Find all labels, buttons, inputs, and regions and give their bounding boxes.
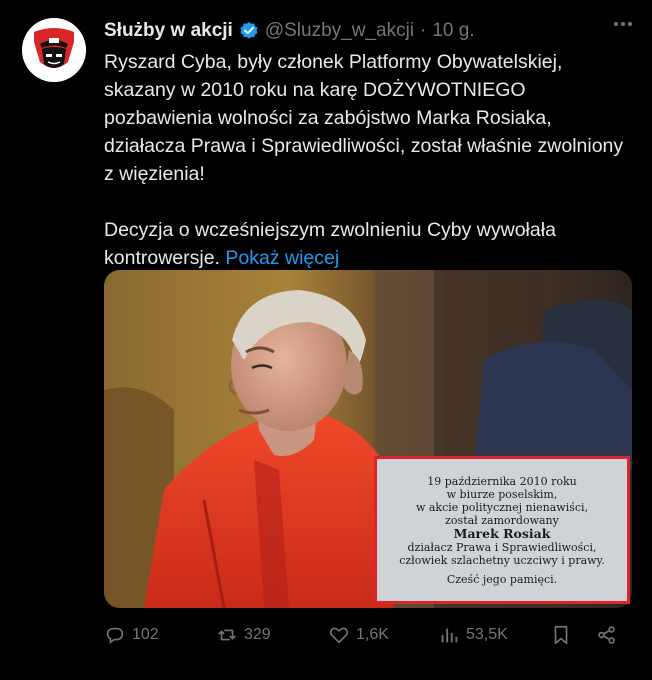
share-icon bbox=[598, 626, 615, 644]
memorial-plaque: 19 października 2010 roku w biurze posel… bbox=[374, 456, 630, 604]
action-bar: 102 329 1,6K 53,5K bbox=[104, 624, 624, 650]
timestamp[interactable]: 10 g. bbox=[432, 20, 474, 42]
author-handle[interactable]: @Sluzby_w_akcji bbox=[265, 20, 414, 42]
plaque-line-5: działacz Prawa i Sprawiedliwości, bbox=[407, 540, 597, 554]
reply-icon bbox=[106, 627, 124, 644]
plaque-line-1: 19 października 2010 roku bbox=[427, 474, 577, 488]
bookmark-icon bbox=[554, 625, 568, 645]
more-icon[interactable] bbox=[614, 22, 632, 26]
share-button[interactable] bbox=[596, 624, 618, 646]
plaque-line-3: w akcie politycznej nienawiści, bbox=[415, 500, 589, 514]
tweet-text: Ryszard Cyba, były członek Platformy Oby… bbox=[104, 48, 629, 272]
views-count: 53,5K bbox=[466, 626, 508, 643]
tweet-paragraph-1: Ryszard Cyba, były członek Platformy Oby… bbox=[104, 51, 624, 185]
tweet[interactable]: Służby w akcji @Sluzby_w_akcji · 10 g. R… bbox=[0, 0, 652, 680]
tweet-header: Służby w akcji @Sluzby_w_akcji · 10 g. bbox=[104, 18, 624, 44]
author-name[interactable]: Służby w akcji bbox=[104, 20, 233, 42]
reply-count: 102 bbox=[132, 626, 159, 643]
avatar[interactable] bbox=[22, 18, 86, 82]
repost-button[interactable]: 329 bbox=[216, 624, 271, 646]
reply-button[interactable]: 102 bbox=[104, 624, 159, 646]
views-button[interactable]: 53,5K bbox=[438, 624, 508, 646]
repost-count: 329 bbox=[244, 626, 271, 643]
tweet-paragraph-2: Decyzja o wcześniejszym zwolnieniu Cyby … bbox=[104, 216, 629, 272]
like-icon bbox=[329, 627, 349, 644]
repost-icon bbox=[218, 629, 236, 641]
plaque-line-4: został zamordowany bbox=[445, 513, 559, 527]
plaque-footer: Cześć jego pamięci. bbox=[446, 572, 558, 586]
like-count: 1,6K bbox=[356, 626, 389, 643]
bookmark-button[interactable] bbox=[550, 624, 572, 646]
separator-dot: · bbox=[420, 20, 427, 41]
views-icon bbox=[441, 628, 458, 643]
avatar-police-logo bbox=[22, 18, 86, 82]
show-more-link[interactable]: Pokaż więcej bbox=[225, 247, 339, 269]
plaque-line-6: człowiek szlachetny uczciwy i prawy. bbox=[399, 553, 605, 567]
plaque-name: Marek Rosiak bbox=[453, 525, 551, 541]
like-button[interactable]: 1,6K bbox=[328, 624, 389, 646]
verified-badge-icon bbox=[239, 21, 259, 41]
plaque-line-2: w biurze poselskim, bbox=[446, 487, 558, 501]
